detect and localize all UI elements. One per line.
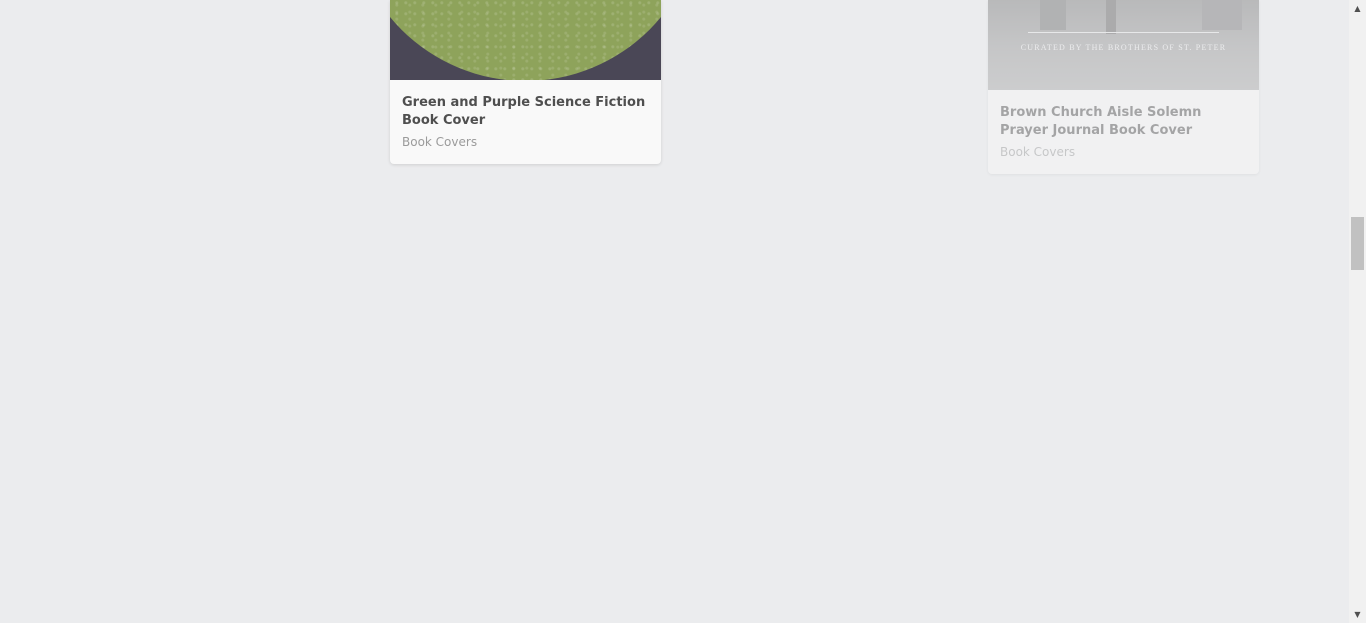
vertical-scrollbar[interactable]: ▲ ▼ — [1349, 0, 1366, 623]
cover-green-circle — [390, 0, 661, 80]
cover-pillar — [1202, 0, 1242, 30]
cover-rule — [1028, 32, 1219, 33]
scroll-down-arrow-icon[interactable]: ▼ — [1349, 606, 1366, 623]
card-body: Green and Purple Science Fiction Book Co… — [390, 80, 661, 164]
cover-subtitle: CURATED BY THE BROTHERS OF ST. PETER — [1020, 43, 1227, 52]
scrollbar-thumb[interactable] — [1351, 217, 1364, 270]
template-thumbnail[interactable]: CURATED BY THE BROTHERS OF ST. PETER — [988, 0, 1259, 90]
card-category[interactable]: Book Covers — [402, 134, 649, 150]
template-card[interactable]: Green and Purple Science Fiction Book Co… — [390, 0, 661, 164]
card-body: Brown Church Aisle Solemn Prayer Journal… — [988, 90, 1259, 174]
cover-pillar — [1106, 0, 1116, 34]
card-category[interactable]: Book Covers — [1000, 144, 1247, 160]
template-card[interactable]: CURATED BY THE BROTHERS OF ST. PETER Bro… — [988, 0, 1259, 174]
card-title[interactable]: Green and Purple Science Fiction Book Co… — [402, 94, 649, 130]
scroll-up-arrow-icon[interactable]: ▲ — [1349, 0, 1366, 17]
card-title[interactable]: Brown Church Aisle Solemn Prayer Journal… — [1000, 104, 1247, 140]
cover-pillar — [1040, 0, 1066, 30]
template-thumbnail[interactable] — [390, 0, 661, 80]
